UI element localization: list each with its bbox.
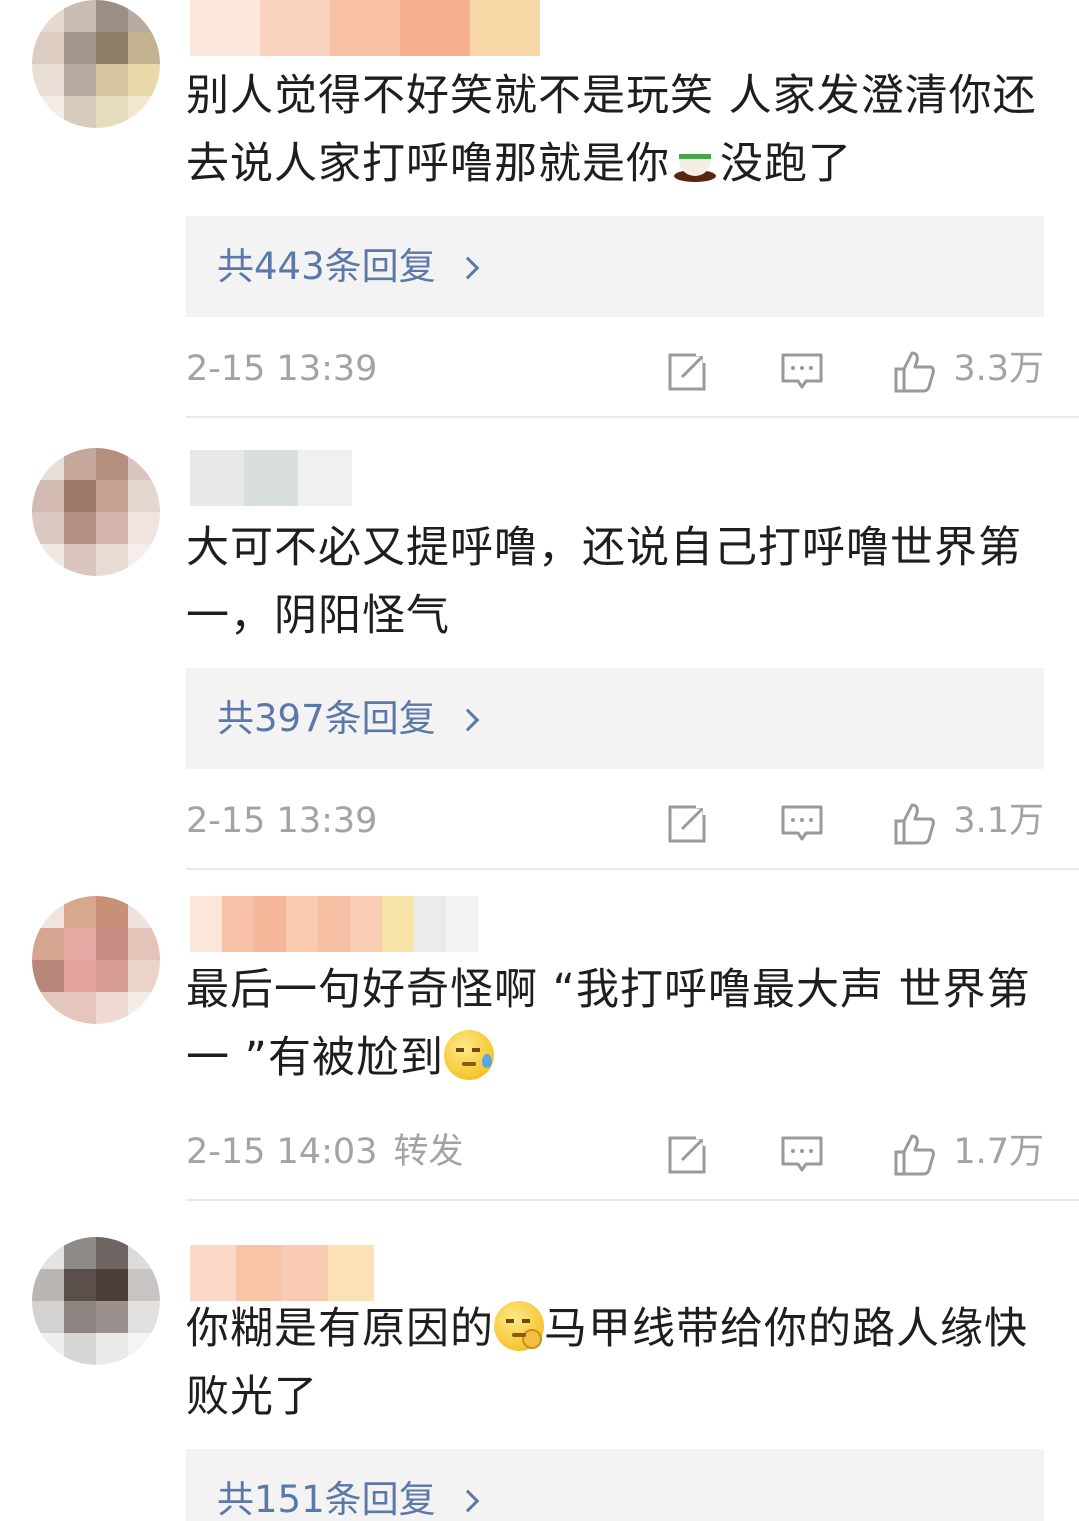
view-replies-link[interactable]: 共397条回复 (217, 668, 479, 769)
timestamp: 2-15 14:03 转发 (186, 1132, 464, 1172)
tea-cup-emoji (670, 136, 720, 186)
username-blurred[interactable] (190, 1245, 374, 1301)
chevron-right-icon (456, 256, 479, 279)
view-replies-link[interactable]: 共443条回复 (217, 216, 479, 317)
timestamp: 2-15 13:39 (186, 801, 378, 841)
comment-item: 大可不必又提呼噜，还说自己打呼噜世界第一，阴阳怪气 共397条回复 2-15 1… (0, 418, 1079, 870)
username-blurred[interactable] (190, 896, 478, 952)
thumbs-up-icon[interactable] (892, 349, 936, 393)
timestamp: 2-15 13:39 (186, 349, 378, 389)
thumbs-up-icon[interactable] (892, 801, 936, 845)
avatar[interactable] (32, 448, 160, 576)
username-blurred[interactable] (190, 450, 352, 506)
replies-box[interactable]: 共443条回复 (186, 216, 1044, 317)
chevron-right-icon (456, 1489, 479, 1512)
like-count: 3.1万 (953, 801, 1044, 841)
thumbs-up-icon[interactable] (892, 1132, 936, 1176)
comment-item: 别人觉得不好笑就不是玩笑 人家发澄清你还去说人家打呼噜那就是你 没跑了 共443条… (0, 0, 1079, 418)
sweat-face-emoji (443, 1030, 494, 1080)
thinking-face-emoji (494, 1301, 544, 1351)
repost-link[interactable]: 转发 (393, 1132, 463, 1172)
comment-item: 最后一句好奇怪啊 “我打呼噜最大声 世界第一 ”有被尬到 2-15 14:03 转… (0, 870, 1079, 1201)
view-replies-link[interactable]: 共151条回复 (217, 1449, 479, 1521)
avatar[interactable] (32, 896, 160, 1024)
like-count: 3.3万 (953, 349, 1044, 389)
comment-icon[interactable] (780, 349, 824, 393)
comment-text: 大可不必又提呼噜，还说自己打呼噜世界第一，阴阳怪气 (186, 523, 1022, 641)
comment-feed: 别人觉得不好笑就不是玩笑 人家发澄清你还去说人家打呼噜那就是你 没跑了 共443条… (0, 0, 1079, 1521)
comment-icon[interactable] (780, 1132, 824, 1176)
comment-text: 你糊是有原因的 马甲线带给你的路人缘快败光了 (186, 1295, 1056, 1431)
edit-icon[interactable] (666, 801, 710, 845)
comment-icon[interactable] (780, 801, 824, 845)
replies-box[interactable]: 共151条回复 (186, 1449, 1044, 1521)
comment-text: 最后一句好奇怪啊 “我打呼噜最大声 世界第一 ”有被尬到 (186, 965, 1031, 1083)
username-blurred[interactable] (190, 0, 540, 56)
edit-icon[interactable] (666, 1132, 710, 1176)
comment-meta: 2-15 14:03 转发 1.7万 (186, 1122, 1044, 1182)
comment-item: 你糊是有原因的 马甲线带给你的路人缘快败光了 共151条回复 (0, 1201, 1079, 1521)
avatar[interactable] (32, 1237, 160, 1365)
like-count: 1.7万 (953, 1132, 1044, 1172)
comment-meta: 2-15 13:39 3.1万 (186, 791, 1044, 851)
edit-icon[interactable] (666, 349, 710, 393)
comment-meta: 2-15 13:39 3.3万 (186, 339, 1044, 399)
avatar[interactable] (32, 0, 160, 128)
comment-text: 别人觉得不好笑就不是玩笑 人家发澄清你还去说人家打呼噜那就是你 没跑了 (186, 71, 1037, 189)
chevron-right-icon (456, 708, 479, 731)
replies-box[interactable]: 共397条回复 (186, 668, 1044, 769)
